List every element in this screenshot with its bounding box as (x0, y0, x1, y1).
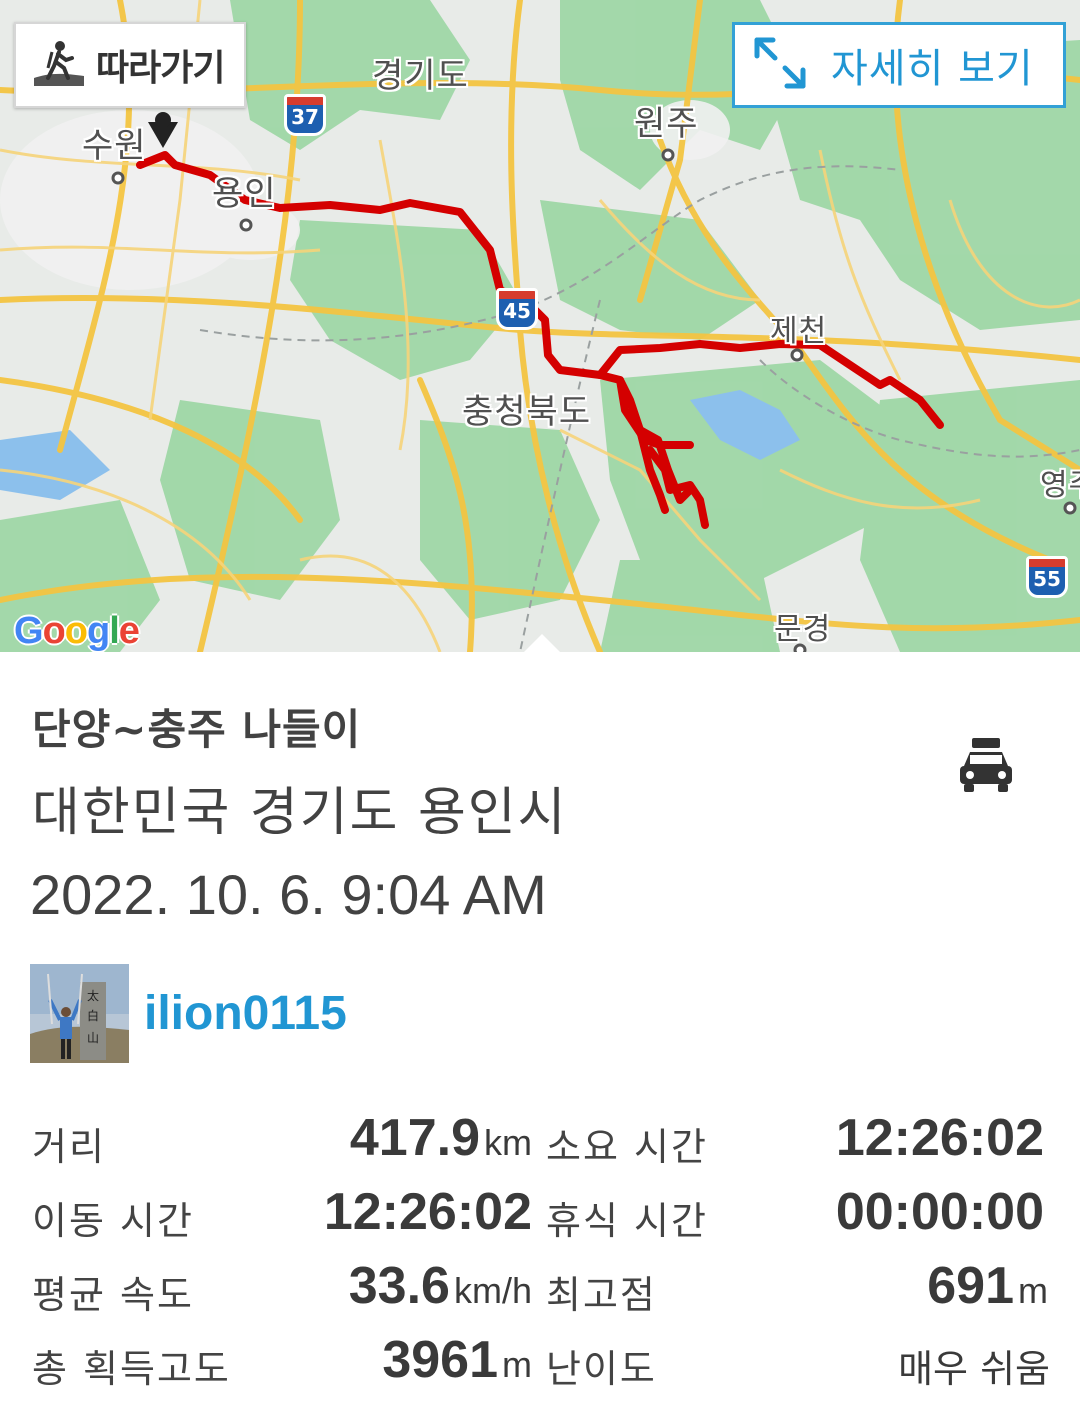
elevation-gain-value: 3961 m (382, 1331, 532, 1389)
moving-time-value: 12:26:02 (323, 1183, 532, 1241)
google-logo: Google (14, 610, 140, 652)
route-shield-45: 45 (496, 288, 538, 330)
detail-view-label: 자세히 보기 (831, 46, 1034, 92)
stats-row-gain: 총 획득고도 3961 m 난이도 매우 쉬움 (0, 1328, 1080, 1398)
route-shield-37: 37 (284, 94, 326, 136)
moving-time-label: 이동 시간 (32, 1199, 194, 1243)
rest-time-value: 00:00:00 (835, 1183, 1044, 1241)
follow-button[interactable]: 따라가기 (14, 22, 246, 108)
avg-speed-label: 평균 속도 (32, 1273, 194, 1317)
duration-value: 12:26:02 (835, 1109, 1044, 1167)
distance-unit: km (484, 1122, 532, 1163)
distance-label: 거리 (32, 1125, 106, 1169)
expand-icon (747, 30, 813, 100)
svg-text:白: 白 (87, 1008, 99, 1023)
avg-speed-unit: km/h (453, 1270, 532, 1311)
username-link[interactable]: ilion0115 (144, 986, 347, 1041)
avg-speed-value: 33.6 km/h (348, 1257, 532, 1315)
map-pointer-notch (524, 634, 560, 652)
detail-view-button[interactable]: 자세히 보기 (732, 22, 1066, 108)
rest-time-label: 휴식 시간 (546, 1199, 708, 1243)
svg-text:山: 山 (87, 1031, 99, 1045)
track-datetime: 2022. 10. 6. 9:04 AM (30, 863, 547, 926)
map-label-yeongju: 영주 (1040, 468, 1080, 503)
hiker-icon (32, 38, 86, 92)
difficulty-label: 난이도 (546, 1347, 657, 1391)
map-label-wonju: 원주 (634, 104, 699, 144)
map-label-suwon: 수원 (82, 126, 147, 166)
max-altitude-unit: m (1018, 1270, 1048, 1311)
route-map[interactable]: 경기도 수원 용인 원주 충청북도 제천 영주 문경 37 45 55 Goog… (0, 0, 1080, 652)
follow-button-label: 따라가기 (96, 48, 225, 89)
route-shield-55: 55 (1026, 556, 1068, 598)
map-label-chungbuk: 충청북도 (462, 392, 592, 432)
svg-text:太: 太 (87, 988, 99, 1003)
user-avatar[interactable]: 太 白 山 (30, 964, 129, 1063)
map-label-jecheon: 제천 (770, 314, 828, 349)
difficulty-value: 매우 쉬움 (898, 1347, 1050, 1391)
map-label-yongin: 용인 (212, 174, 277, 214)
map-label-mungyeong: 문경 (774, 612, 832, 647)
duration-label: 소요 시간 (546, 1125, 708, 1169)
stats-row-moving: 이동 시간 12:26:02 휴식 시간 00:00:00 (0, 1180, 1080, 1250)
distance-value: 417.9 km (349, 1109, 532, 1167)
car-icon (958, 736, 1014, 800)
map-label-gyeonggi: 경기도 (372, 56, 469, 96)
stats-row-distance: 거리 417.9 km 소요 시간 12:26:02 (0, 1106, 1080, 1176)
max-altitude-label: 최고점 (546, 1273, 657, 1317)
track-location: 대한민국 경기도 용인시 (32, 783, 568, 843)
elevation-gain-unit: m (502, 1344, 532, 1385)
elevation-gain-label: 총 획득고도 (32, 1347, 231, 1391)
stats-row-speed: 평균 속도 33.6 km/h 최고점 691 m (0, 1254, 1080, 1324)
max-altitude-value: 691 m (927, 1257, 1048, 1315)
track-title: 단양~충주 나들이 (32, 705, 362, 754)
